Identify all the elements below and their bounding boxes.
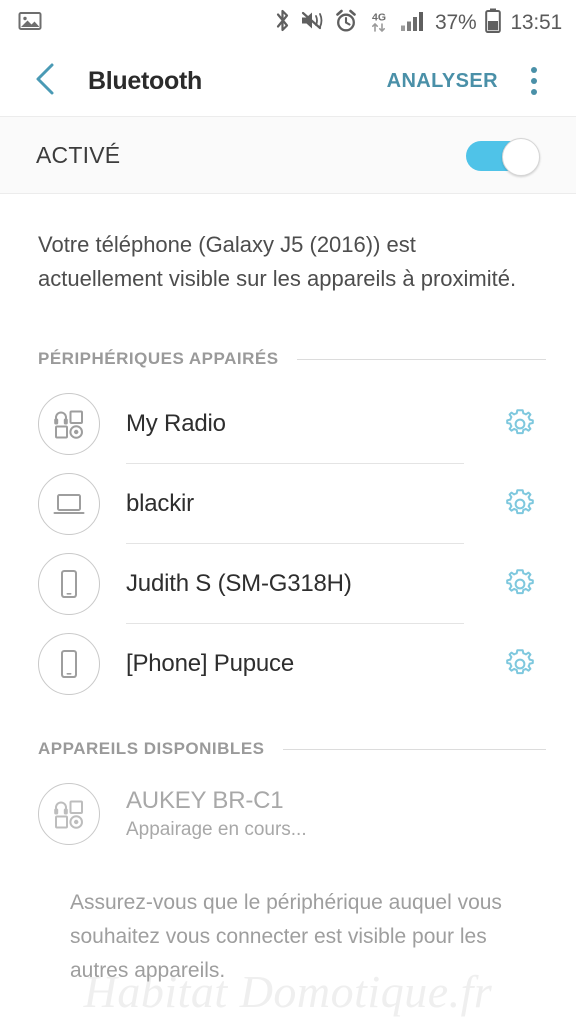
more-vertical-icon[interactable] [512, 59, 556, 103]
device-name: blackir [126, 490, 194, 518]
app-bar: Bluetooth ANALYSER [0, 46, 576, 116]
phone-icon [38, 553, 100, 616]
gear-icon[interactable] [494, 398, 546, 450]
list-item-body: Judith S (SM-G318H) [126, 544, 494, 625]
list-item[interactable]: AUKEY BR-C1 Appairage en cours... [0, 774, 576, 854]
list-item-body: My Radio [126, 384, 494, 465]
status-bar: 4G 37% 13:51 [0, 0, 576, 46]
battery-percent-label: 37% [435, 11, 477, 34]
device-name: Judith S (SM-G318H) [126, 570, 352, 598]
list-item-body: blackir [126, 464, 494, 545]
list-item[interactable]: blackir [0, 464, 576, 545]
gear-icon[interactable] [494, 478, 546, 530]
overflow-dot [531, 78, 537, 84]
phone-icon [38, 633, 100, 696]
bluetooth-master-switch-row[interactable]: ACTIVÉ [0, 116, 576, 194]
available-devices-label: APPAREILS DISPONIBLES [38, 739, 265, 759]
4g-data-icon: 4G [367, 9, 391, 38]
page-title: Bluetooth [88, 66, 202, 95]
visibility-description: Votre téléphone (Galaxy J5 (2016)) est a… [38, 232, 517, 292]
device-name: My Radio [126, 410, 226, 438]
list-item[interactable]: Judith S (SM-G318H) [0, 544, 576, 625]
alarm-icon [334, 9, 358, 38]
overflow-dot [531, 89, 537, 95]
section-divider-line [296, 358, 546, 360]
list-item[interactable]: My Radio [0, 384, 576, 465]
multi-device-icon [38, 783, 100, 846]
paired-devices-section-header: PÉRIPHÉRIQUES APPAIRÉS [0, 344, 576, 374]
bluetooth-icon [274, 8, 291, 38]
scan-button[interactable]: ANALYSER [387, 70, 498, 93]
list-item[interactable]: [Phone] Pupuce [0, 624, 576, 704]
paired-devices-list: My Radio blackir Judith S (SM-G318H) [Ph… [0, 384, 576, 704]
laptop-icon [38, 473, 100, 536]
bluetooth-settings-screen: 4G 37% 13:51 Bluetooth ANALYSER ACTIVÉ V… [0, 0, 576, 1024]
gear-icon[interactable] [494, 638, 546, 690]
clock-label: 13:51 [510, 11, 562, 34]
device-status-subtitle: Appairage en cours... [126, 819, 307, 841]
status-bar-left [18, 9, 42, 38]
multi-device-icon [38, 393, 100, 456]
section-divider-line [282, 748, 546, 750]
paired-devices-label: PÉRIPHÉRIQUES APPAIRÉS [38, 349, 279, 369]
visibility-hint-note: Assurez-vous que le périphérique auquel … [70, 891, 502, 983]
overflow-dot [531, 67, 537, 73]
list-item-body: AUKEY BR-C1 Appairage en cours... [126, 774, 546, 854]
image-icon [18, 9, 42, 38]
sound-mute-vibrate-icon [300, 9, 325, 37]
svg-text:4G: 4G [372, 11, 386, 23]
available-devices-section-header: APPAREILS DISPONIBLES [0, 734, 576, 764]
list-item-body: [Phone] Pupuce [126, 624, 494, 704]
bluetooth-toggle[interactable] [466, 138, 540, 176]
back-button[interactable] [26, 61, 66, 101]
gear-icon[interactable] [494, 558, 546, 610]
device-name: [Phone] Pupuce [126, 650, 295, 678]
toggle-thumb [502, 138, 540, 176]
status-bar-right: 4G 37% 13:51 [274, 8, 562, 38]
bluetooth-state-label: ACTIVÉ [36, 141, 121, 168]
chevron-left-icon [33, 62, 59, 101]
device-name: AUKEY BR-C1 [126, 787, 284, 815]
signal-bars-icon [400, 10, 426, 37]
available-devices-list: AUKEY BR-C1 Appairage en cours... [0, 774, 576, 854]
battery-icon [485, 8, 502, 38]
